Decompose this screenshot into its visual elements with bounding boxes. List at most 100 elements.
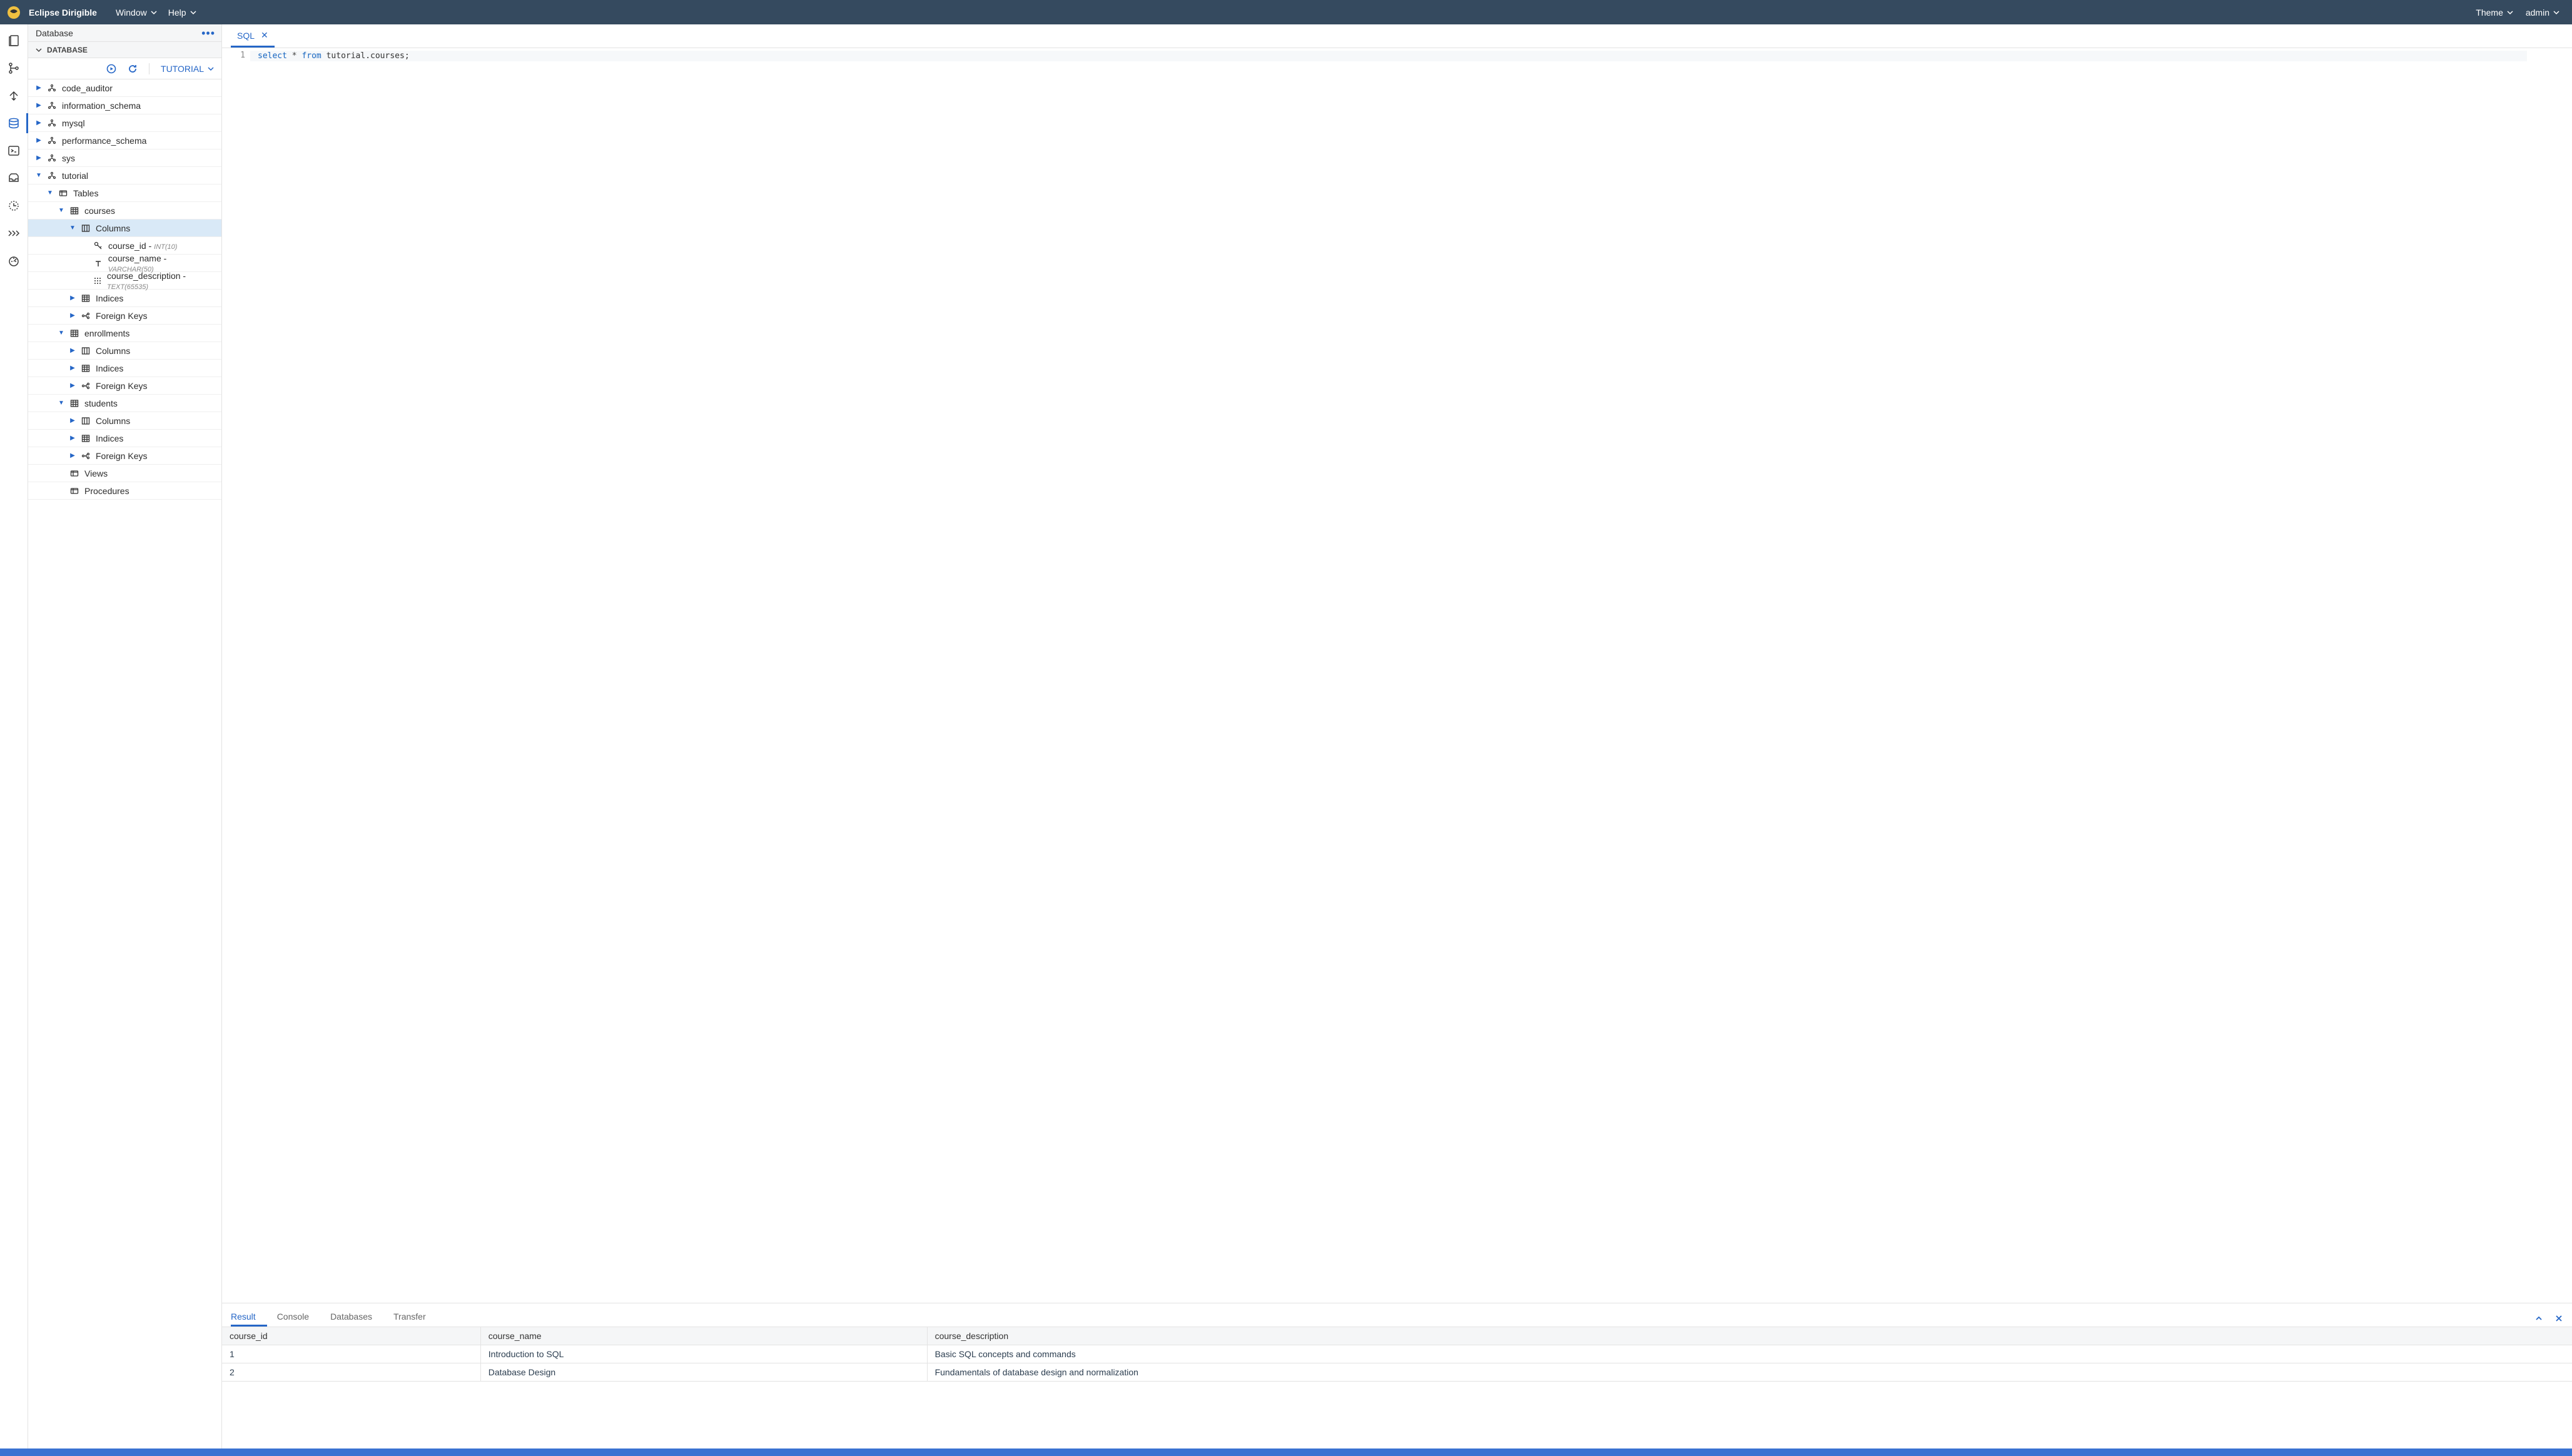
activity-flow-icon[interactable] xyxy=(6,226,21,241)
chevron-right-icon: ▶ xyxy=(69,417,76,424)
folder-icon xyxy=(69,486,79,496)
chevron-right-icon: ▶ xyxy=(69,435,76,442)
chevron-right-icon: ▶ xyxy=(69,312,76,319)
chevron-down-icon: ▼ xyxy=(58,207,64,214)
table-node-enrollments[interactable]: ▼ enrollments xyxy=(28,325,221,342)
indices-node[interactable]: ▶ Indices xyxy=(28,360,221,377)
tab-transfer[interactable]: Transfer xyxy=(393,1307,437,1327)
folder-icon xyxy=(69,468,79,478)
table-icon xyxy=(81,293,91,303)
column-header[interactable]: course_id xyxy=(222,1327,480,1345)
editor-area: SQL ✕ 1 select * from tutorial.courses; … xyxy=(222,24,2572,1448)
column-node[interactable]: course_description - TEXT(65535) xyxy=(28,272,221,290)
editor-body[interactable]: 1 select * from tutorial.courses; xyxy=(222,48,2572,1303)
column-header[interactable]: course_name xyxy=(480,1327,927,1345)
tables-node[interactable]: ▼ Tables xyxy=(28,185,221,202)
table-icon xyxy=(69,328,79,338)
chevron-down-icon: ▼ xyxy=(69,225,76,231)
foreign-keys-node[interactable]: ▶ Foreign Keys xyxy=(28,447,221,465)
schema-node[interactable]: ▶ code_auditor xyxy=(28,79,221,97)
table-icon xyxy=(69,398,79,408)
tab-console[interactable]: Console xyxy=(277,1307,320,1327)
schema-node-tutorial[interactable]: ▼ tutorial xyxy=(28,167,221,185)
indices-node[interactable]: ▶ Indices xyxy=(28,430,221,447)
foreign-keys-node[interactable]: ▶ Foreign Keys xyxy=(28,307,221,325)
schema-icon xyxy=(47,101,57,111)
table-node-students[interactable]: ▼ students xyxy=(28,395,221,412)
user-menu[interactable]: admin xyxy=(2521,5,2564,20)
columns-icon xyxy=(81,223,91,233)
activity-history-icon[interactable] xyxy=(6,198,21,213)
indices-node[interactable]: ▶ Indices xyxy=(28,290,221,307)
bottom-panel: Result Console Databases Transfer course… xyxy=(222,1303,2572,1448)
fk-icon xyxy=(81,381,91,391)
table-row[interactable]: 2 Database Design Fundamentals of databa… xyxy=(222,1363,2572,1382)
chevron-right-icon: ▶ xyxy=(36,84,42,91)
chevron-down-icon: ▼ xyxy=(47,190,53,196)
app-logo-icon xyxy=(8,6,20,19)
procedures-node[interactable]: ▶ Procedures xyxy=(28,482,221,500)
tab-databases[interactable]: Databases xyxy=(330,1307,383,1327)
activity-git-icon[interactable] xyxy=(6,61,21,76)
database-tree: ▶ code_auditor ▶ information_schema ▶ my… xyxy=(28,79,221,1448)
chevron-down-icon: ▼ xyxy=(36,172,42,179)
code-area[interactable]: select * from tutorial.courses; xyxy=(250,48,2572,1303)
schema-node[interactable]: ▶ information_schema xyxy=(28,97,221,114)
refresh-button[interactable] xyxy=(128,64,138,74)
fk-icon xyxy=(81,311,91,321)
chevron-right-icon: ▶ xyxy=(69,382,76,389)
close-icon[interactable] xyxy=(2554,1314,2563,1323)
column-header[interactable]: course_description xyxy=(927,1327,2572,1345)
table-row[interactable]: 1 Introduction to SQL Basic SQL concepts… xyxy=(222,1345,2572,1363)
sidebar-more-icon[interactable]: ••• xyxy=(201,28,215,39)
status-bar xyxy=(0,1448,2572,1456)
chevron-down-icon xyxy=(151,9,157,16)
table-node-courses[interactable]: ▼ courses xyxy=(28,202,221,220)
menu-window[interactable]: Window xyxy=(111,5,162,20)
schema-icon xyxy=(47,171,57,181)
views-node[interactable]: ▶ Views xyxy=(28,465,221,482)
tab-result[interactable]: Result xyxy=(231,1307,267,1327)
table-icon xyxy=(81,433,91,443)
activity-debug-icon[interactable] xyxy=(6,88,21,103)
activity-dashboard-icon[interactable] xyxy=(6,253,21,268)
chevron-down-icon xyxy=(208,66,214,72)
blob-icon xyxy=(93,276,102,286)
sidebar-section-database[interactable]: DATABASE xyxy=(28,42,221,58)
chevron-right-icon: ▶ xyxy=(69,295,76,301)
schema-icon xyxy=(47,118,57,128)
chevron-right-icon: ▶ xyxy=(69,347,76,354)
activity-database-icon[interactable] xyxy=(6,116,21,131)
fk-icon xyxy=(81,451,91,461)
result-table-container: course_id course_name course_description… xyxy=(222,1327,2572,1448)
chevron-right-icon: ▶ xyxy=(36,137,42,144)
columns-node-courses[interactable]: ▼ Columns xyxy=(28,220,221,237)
schema-node[interactable]: ▶ sys xyxy=(28,149,221,167)
close-icon[interactable]: ✕ xyxy=(261,30,268,41)
activity-terminal-icon[interactable] xyxy=(6,143,21,158)
chevron-right-icon: ▶ xyxy=(69,365,76,372)
chevron-right-icon: ▶ xyxy=(69,452,76,459)
schema-node[interactable]: ▶ mysql xyxy=(28,114,221,132)
column-node[interactable]: course_name - VARCHAR(50) xyxy=(28,255,221,272)
database-selector[interactable]: TUTORIAL xyxy=(161,64,214,74)
run-button[interactable] xyxy=(106,64,116,74)
columns-node[interactable]: ▶ Columns xyxy=(28,412,221,430)
chevron-up-icon[interactable] xyxy=(2534,1314,2543,1323)
activity-projects-icon[interactable] xyxy=(6,33,21,48)
theme-menu[interactable]: Theme xyxy=(2471,5,2518,20)
chevron-right-icon: ▶ xyxy=(36,102,42,109)
menu-help[interactable]: Help xyxy=(163,5,201,20)
schema-node[interactable]: ▶ performance_schema xyxy=(28,132,221,149)
editor-tab-sql[interactable]: SQL ✕ xyxy=(231,25,275,48)
schema-icon xyxy=(47,153,57,163)
folder-icon xyxy=(58,188,68,198)
chevron-down-icon: ▼ xyxy=(58,330,64,336)
columns-node[interactable]: ▶ Columns xyxy=(28,342,221,360)
activity-inbox-icon[interactable] xyxy=(6,171,21,186)
table-icon xyxy=(81,363,91,373)
column-node[interactable]: course_id - INT(10) xyxy=(28,237,221,255)
sidebar-toolbar: TUTORIAL xyxy=(28,58,221,79)
schema-icon xyxy=(47,136,57,146)
foreign-keys-node[interactable]: ▶ Foreign Keys xyxy=(28,377,221,395)
